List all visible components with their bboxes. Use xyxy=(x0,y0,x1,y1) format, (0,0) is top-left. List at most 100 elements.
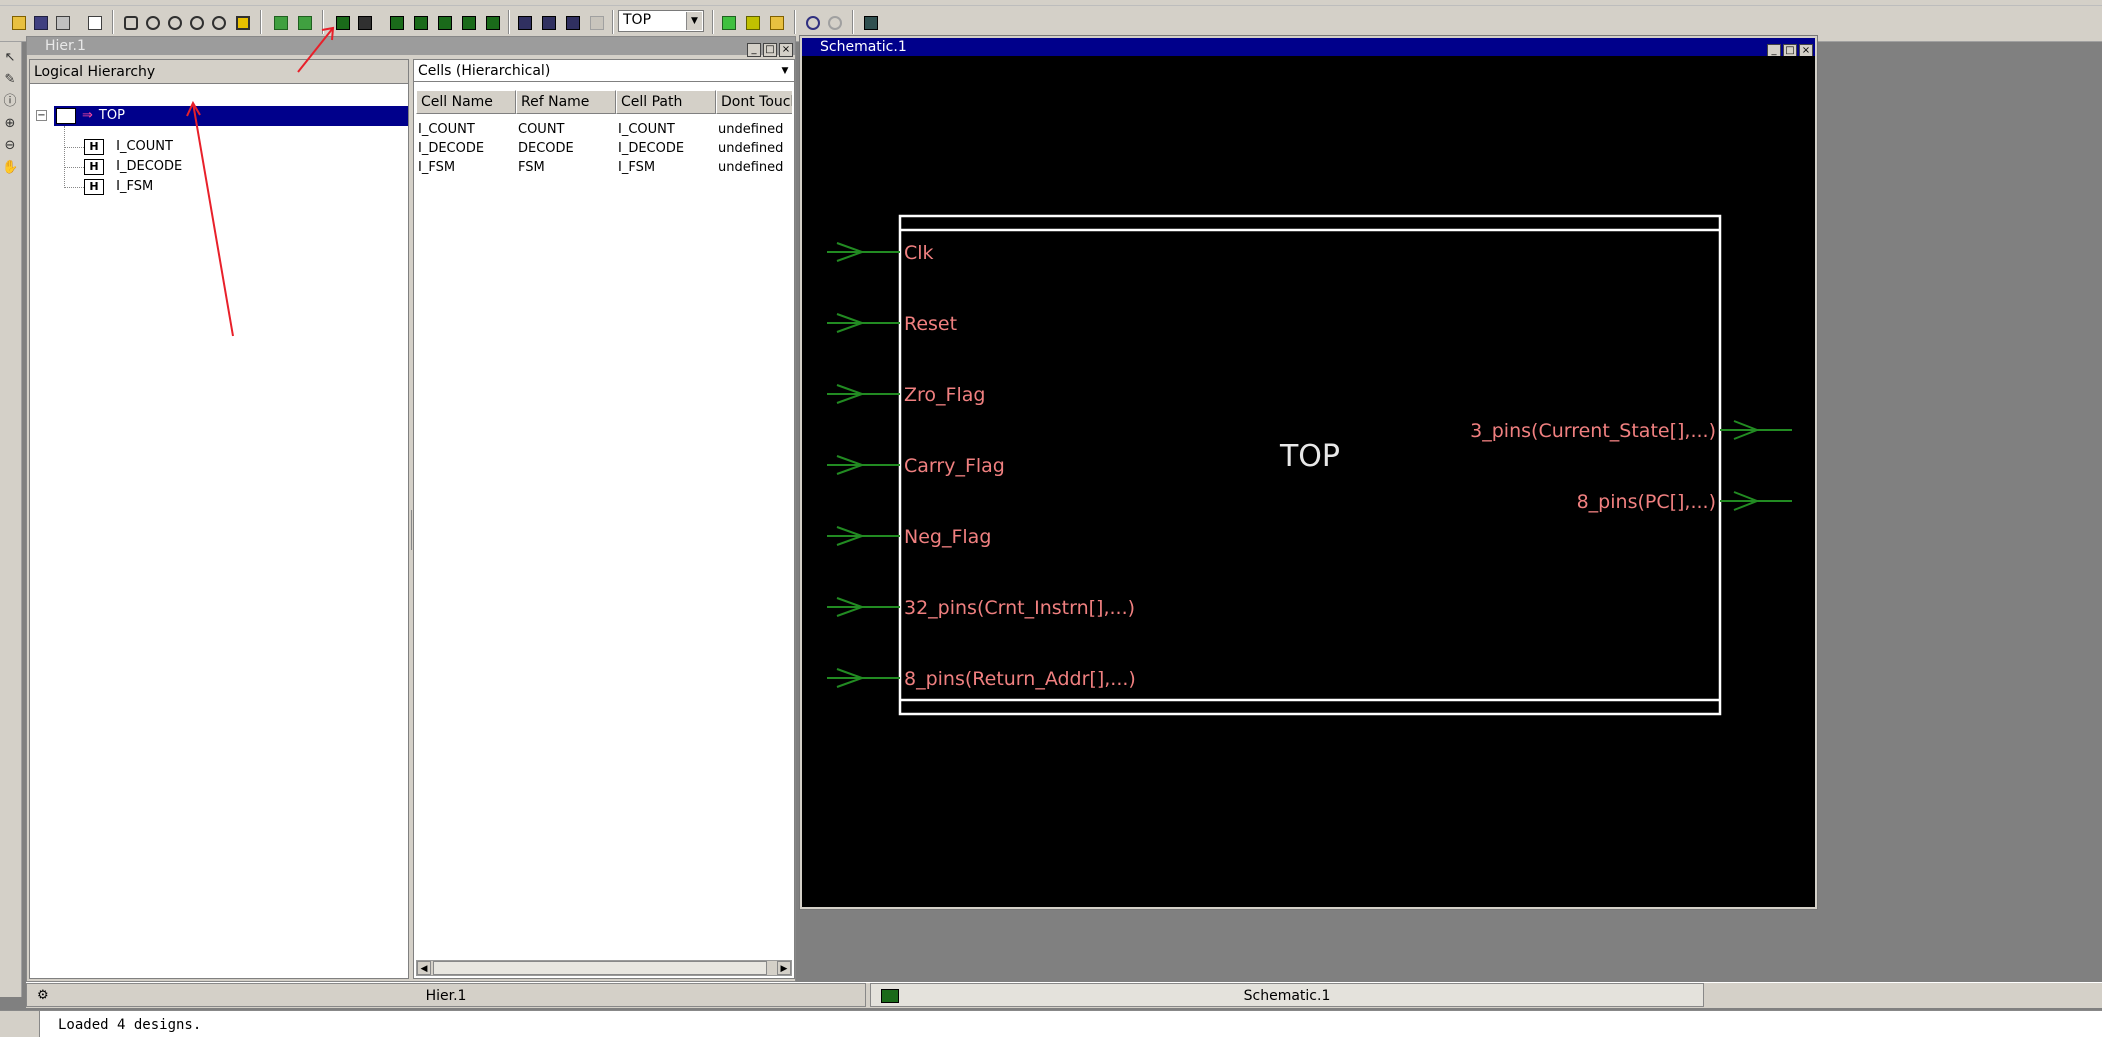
tree-item-i-count[interactable]: H I_COUNT xyxy=(84,137,173,157)
schematic-canvas[interactable]: TOP Clk Reset Zro_Flag Carry_Flag Neg_Flag 32… xyxy=(802,56,1815,907)
output-pin[interactable]: 3_pins(Current_State[],...) xyxy=(1470,420,1792,442)
design-select-value: TOP xyxy=(623,12,652,28)
tab-label: Hier.1 xyxy=(425,988,467,1004)
scroll-thumb[interactable] xyxy=(433,961,767,975)
highlight-icon[interactable] xyxy=(232,12,252,32)
menu-bar-remnant xyxy=(0,0,2102,6)
pencil-tool-icon[interactable]: ✎ xyxy=(2,72,18,88)
input-pin[interactable]: Reset xyxy=(827,313,957,335)
schematic-titlebar[interactable]: Schematic.1 _ □ × xyxy=(802,38,1815,58)
input-pin[interactable]: Carry_Flag xyxy=(827,455,1005,477)
table-row[interactable]: I_COUNT COUNT I_COUNT undefined xyxy=(416,120,792,139)
pencil-icon[interactable] xyxy=(766,12,786,32)
zoom-in-tool-icon[interactable]: ⊕ xyxy=(2,116,18,132)
open-folder-icon[interactable] xyxy=(8,12,28,32)
zoom-2-icon[interactable] xyxy=(142,12,162,32)
dont-touch: undefined xyxy=(718,160,784,175)
histogram-icon[interactable] xyxy=(514,12,534,32)
maximize-icon[interactable]: □ xyxy=(763,43,777,57)
input-pin[interactable]: Neg_Flag xyxy=(827,526,991,548)
tab-hier[interactable]: ⚙ Hier.1 xyxy=(26,983,866,1007)
output-pin-label: 8_pins(PC[],...) xyxy=(1577,491,1716,513)
disabled-tool-icon xyxy=(586,12,606,32)
cells-view-select[interactable]: Cells (Hierarchical) ▼ xyxy=(414,60,794,82)
tree-item-label: I_COUNT xyxy=(116,139,173,154)
chevron-down-icon[interactable]: ▼ xyxy=(686,12,702,30)
collapse-toggle-icon[interactable]: − xyxy=(36,110,47,121)
input-pin[interactable]: 32_pins(Crnt_Instrn[],...) xyxy=(827,597,1135,619)
net-schematic-icon[interactable] xyxy=(482,12,502,32)
left-tool-strip: ↖ ✎ ⓘ ⊕ ⊖ ✋ xyxy=(0,42,22,997)
report-icon[interactable] xyxy=(538,12,558,32)
scroll-right-icon[interactable]: ▶ xyxy=(777,961,791,975)
cell-name: I_COUNT xyxy=(418,122,475,137)
column-header-dont-touch[interactable]: Dont Touch xyxy=(716,90,792,114)
input-pin-label: Clk xyxy=(904,242,934,264)
cell-path: I_COUNT xyxy=(618,122,675,137)
tab-label: Schematic.1 xyxy=(1243,988,1331,1004)
export-icon[interactable] xyxy=(84,12,104,32)
tree-item-i-decode[interactable]: H I_DECODE xyxy=(84,157,182,177)
output-pin[interactable]: 8_pins(PC[],...) xyxy=(1577,491,1792,513)
table-header: Cell Name Ref Name Cell Path Dont Touch xyxy=(416,90,792,114)
tab-schematic[interactable]: Schematic.1 xyxy=(870,983,1704,1007)
push-down-icon[interactable] xyxy=(270,12,290,32)
status-message: Loaded 4 designs. xyxy=(58,1017,202,1033)
zoom-in-icon[interactable] xyxy=(802,12,822,32)
zoom-fit-icon[interactable] xyxy=(120,12,140,32)
output-pins: 3_pins(Current_State[],...) 8_pins(PC[],.… xyxy=(1470,420,1792,513)
zoom-out-icon[interactable] xyxy=(208,12,228,32)
design-select[interactable]: TOP ▼ xyxy=(618,10,704,32)
bus-schematic-icon[interactable] xyxy=(458,12,478,32)
chevron-down-icon[interactable]: ▼ xyxy=(778,63,792,79)
hierarchy-badge: H xyxy=(84,158,104,175)
hier-title: Hier.1 xyxy=(45,38,86,54)
clock-schematic-icon[interactable] xyxy=(434,12,454,32)
zoom-out-tool-icon[interactable]: ⊖ xyxy=(2,138,18,154)
tree-item-top[interactable]: H ⇒ TOP xyxy=(54,106,408,126)
symbol-view-icon[interactable] xyxy=(354,12,374,32)
scroll-left-icon[interactable]: ◀ xyxy=(417,961,431,975)
pointer-icon[interactable]: ↖ xyxy=(2,50,18,66)
timing-icon[interactable] xyxy=(562,12,582,32)
hier-titlebar[interactable]: Hier.1 _ □ × xyxy=(27,37,795,57)
schematic-drawing: TOP Clk Reset Zro_Flag Carry_Flag Neg_Flag 32… xyxy=(827,214,1792,716)
table-row[interactable]: I_DECODE DECODE I_DECODE undefined xyxy=(416,139,792,158)
hierarchy-badge: H xyxy=(84,138,104,155)
horizontal-scrollbar[interactable]: ◀ ▶ xyxy=(416,960,792,976)
input-pins: Clk Reset Zro_Flag Carry_Flag Neg_Flag 32_pin… xyxy=(827,242,1136,690)
save-icon[interactable] xyxy=(30,12,50,32)
select-icon[interactable] xyxy=(718,12,738,32)
new-schematic-icon[interactable] xyxy=(332,12,352,32)
tree-item-i-fsm[interactable]: H I_FSM xyxy=(84,177,153,197)
pan-hand-icon[interactable]: ✋ xyxy=(2,160,18,176)
cell-path: I_FSM xyxy=(618,160,656,175)
ref-name: FSM xyxy=(518,160,545,175)
input-pin-label: 8_pins(Return_Addr[],...) xyxy=(904,668,1136,690)
dont-touch: undefined xyxy=(718,122,784,137)
table-row[interactable]: I_FSM FSM I_FSM undefined xyxy=(416,158,792,177)
zoom-area-icon[interactable] xyxy=(164,12,184,32)
path-schematic-icon[interactable] xyxy=(386,12,406,32)
info-icon[interactable]: ⓘ xyxy=(2,94,18,110)
column-header-ref-name[interactable]: Ref Name xyxy=(516,90,616,114)
column-header-cell-name[interactable]: Cell Name xyxy=(416,90,516,114)
close-icon[interactable]: × xyxy=(779,43,793,57)
dont-touch: undefined xyxy=(718,141,784,156)
minimize-icon[interactable]: _ xyxy=(747,43,761,57)
input-pin[interactable]: Clk xyxy=(827,242,934,264)
print-icon[interactable] xyxy=(52,12,72,32)
logical-hierarchy-panel: Logical Hierarchy − H ⇒ TOP H I_COUNT H I_… xyxy=(29,59,415,979)
pop-up-icon[interactable] xyxy=(294,12,314,32)
block-name: TOP xyxy=(1279,439,1340,474)
input-pin[interactable]: 8_pins(Return_Addr[],...) xyxy=(827,668,1136,690)
input-pin[interactable]: Zro_Flag xyxy=(827,384,985,406)
zoom-disabled-icon xyxy=(824,12,844,32)
layout-icon[interactable] xyxy=(860,12,880,32)
window-tabs: ⚙ Hier.1 Schematic.1 xyxy=(26,982,2102,1008)
column-header-cell-path[interactable]: Cell Path xyxy=(616,90,716,114)
ref-name: DECODE xyxy=(518,141,574,156)
mark-icon[interactable] xyxy=(742,12,762,32)
cone-schematic-icon[interactable] xyxy=(410,12,430,32)
zoom-select-icon[interactable] xyxy=(186,12,206,32)
